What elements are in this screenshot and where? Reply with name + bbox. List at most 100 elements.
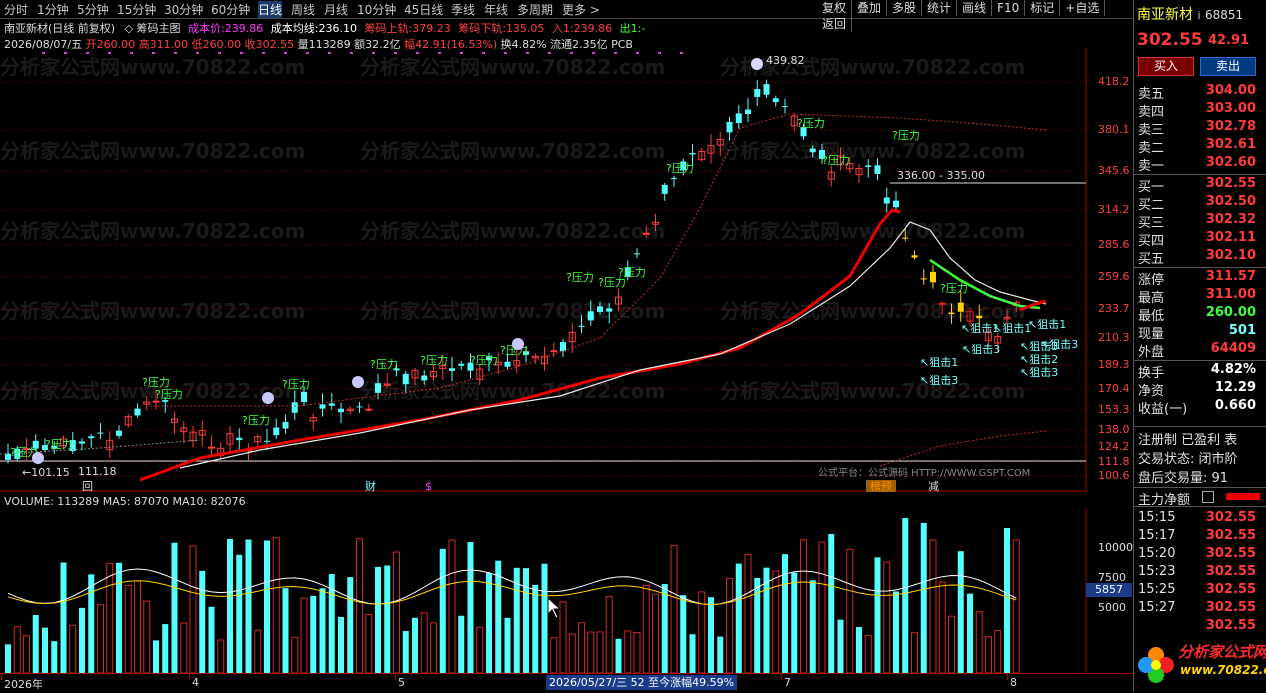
tick-row: 15:15 302.55 (1138, 510, 1264, 528)
volume-bar (393, 551, 400, 673)
event-marker[interactable]: 榜预 (870, 479, 892, 492)
signal-dot (592, 52, 595, 54)
volume-bar (791, 572, 798, 673)
sell-button[interactable]: 卖出 (1200, 57, 1256, 76)
tick-row: 15:17 302.55 (1138, 528, 1264, 546)
tick-time: 15:25 (1138, 582, 1176, 597)
flow-list-icon[interactable] (1202, 491, 1214, 503)
bid-row[interactable]: 买二 302.50 (1138, 194, 1264, 213)
tab-8[interactable]: 月线 (324, 1, 348, 18)
bid-row[interactable]: 买一 302.55 (1138, 176, 1264, 195)
volume-bar (143, 600, 151, 673)
tool-button-3[interactable]: 统计 (922, 0, 958, 16)
tab-13[interactable]: 多周期 (517, 1, 553, 18)
ask-label: 卖五 (1138, 87, 1165, 102)
candle-body (948, 312, 955, 315)
signal-dot (548, 52, 551, 54)
tab-14[interactable]: 更多 > (562, 1, 600, 18)
info-icon: i (1197, 9, 1201, 22)
mouse-cursor-icon (547, 596, 562, 619)
indicator-name[interactable]: ◇ 筹码主图 (125, 22, 181, 35)
volume-bar (874, 557, 881, 673)
signal-dot (130, 52, 133, 54)
tab-0[interactable]: 分时 (4, 1, 28, 18)
tab-7[interactable]: 周线 (291, 1, 315, 18)
tool-button-8[interactable]: 返回 (817, 16, 853, 32)
volume-bar (476, 626, 484, 673)
volume-bar (661, 584, 668, 673)
ask-row[interactable]: 卖三 302.78 (1138, 119, 1264, 138)
tab-9[interactable]: 10分钟 (357, 1, 396, 18)
pressure-label: ?压力 (797, 117, 825, 130)
price-tick: 124.2 (1098, 440, 1130, 453)
price-tick: 418.2 (1098, 75, 1130, 88)
volume-bar (162, 624, 169, 673)
tab-3[interactable]: 15分钟 (117, 1, 156, 18)
candle-body (402, 373, 409, 385)
snipe-label: ↖狙击1 (993, 322, 1031, 335)
volume-bar (920, 523, 927, 673)
tab-6[interactable]: 日线 (258, 1, 283, 18)
stat-value: 311.00 (1205, 287, 1256, 302)
volume-bar (88, 574, 95, 673)
tool-button-2[interactable]: 多股 (887, 0, 923, 16)
bid-row[interactable]: 买三 302.32 (1138, 212, 1264, 231)
price-tick: 189.3 (1098, 358, 1130, 371)
tool-button-6[interactable]: 标记 (1025, 0, 1061, 16)
volume-bar (420, 612, 428, 673)
candle-body (782, 106, 788, 108)
signal-dot (416, 52, 419, 54)
volume-bar (782, 554, 788, 673)
tool-button-0[interactable]: 复权 (817, 0, 853, 16)
volume-bar (596, 631, 604, 673)
ask-row[interactable]: 卖一 302.60 (1138, 155, 1264, 174)
ask-row[interactable]: 卖二 302.61 (1138, 137, 1264, 156)
tab-4[interactable]: 30分钟 (164, 1, 203, 18)
tool-buttons: 复权 叠加 多股 统计 画线 F10 标记 +自选返回 (817, 0, 1132, 32)
ask-price: 302.78 (1205, 119, 1256, 134)
volume-bar (929, 539, 937, 673)
bid-row[interactable]: 买五 302.10 (1138, 248, 1264, 267)
volume-bar (550, 637, 558, 673)
ask-row[interactable]: 卖四 303.00 (1138, 101, 1264, 120)
candle-body (504, 361, 511, 367)
tab-5[interactable]: 60分钟 (211, 1, 250, 18)
candle-body (911, 255, 918, 258)
tick-price: 302.55 (1205, 528, 1256, 543)
volume-bar (624, 630, 632, 673)
candle-body (88, 436, 95, 439)
tool-button-7[interactable]: +自选 (1060, 0, 1106, 16)
signal-dot (570, 52, 573, 54)
event-marker[interactable]: 财 (365, 479, 376, 492)
volume-bar (291, 636, 299, 673)
buy-button[interactable]: 买入 (1138, 57, 1194, 76)
bid-row[interactable]: 买四 302.11 (1138, 230, 1264, 249)
event-marker[interactable]: 减 (928, 480, 939, 492)
signal-dot (64, 52, 67, 54)
stat-value: 64409 (1210, 341, 1256, 356)
tab-12[interactable]: 年线 (484, 1, 508, 18)
avg-cost-value: 236.10 (318, 22, 358, 35)
tab-1[interactable]: 1分钟 (37, 1, 69, 18)
tab-2[interactable]: 5分钟 (77, 1, 109, 18)
cost-label: 成本价: (188, 22, 225, 35)
signal-dot (152, 52, 155, 54)
volume-bar (106, 562, 114, 673)
signal-dot (284, 52, 287, 54)
volume-chart[interactable] (0, 508, 1132, 673)
tool-button-5[interactable]: F10 (992, 0, 1026, 16)
event-marker[interactable]: $ (425, 480, 432, 492)
tool-button-1[interactable]: 叠加 (852, 0, 888, 16)
ask-row[interactable]: 卖五 304.00 (1138, 83, 1264, 102)
tab-10[interactable]: 45日线 (404, 1, 443, 18)
tab-11[interactable]: 季线 (451, 1, 475, 18)
upper-label: 筹码上轨: (364, 22, 413, 35)
signal-dot (174, 52, 177, 54)
candlestick-chart[interactable]: 分析家公式网www.70822.com 分析家公式网www.70822.com 分析… (0, 48, 1132, 492)
candle-body (79, 441, 85, 444)
candle-body (957, 302, 964, 312)
tool-button-4[interactable]: 画线 (957, 0, 993, 16)
event-marker[interactable]: 回 (82, 480, 93, 492)
tick-price: 302.55 (1205, 510, 1256, 525)
candle-body (365, 408, 373, 411)
